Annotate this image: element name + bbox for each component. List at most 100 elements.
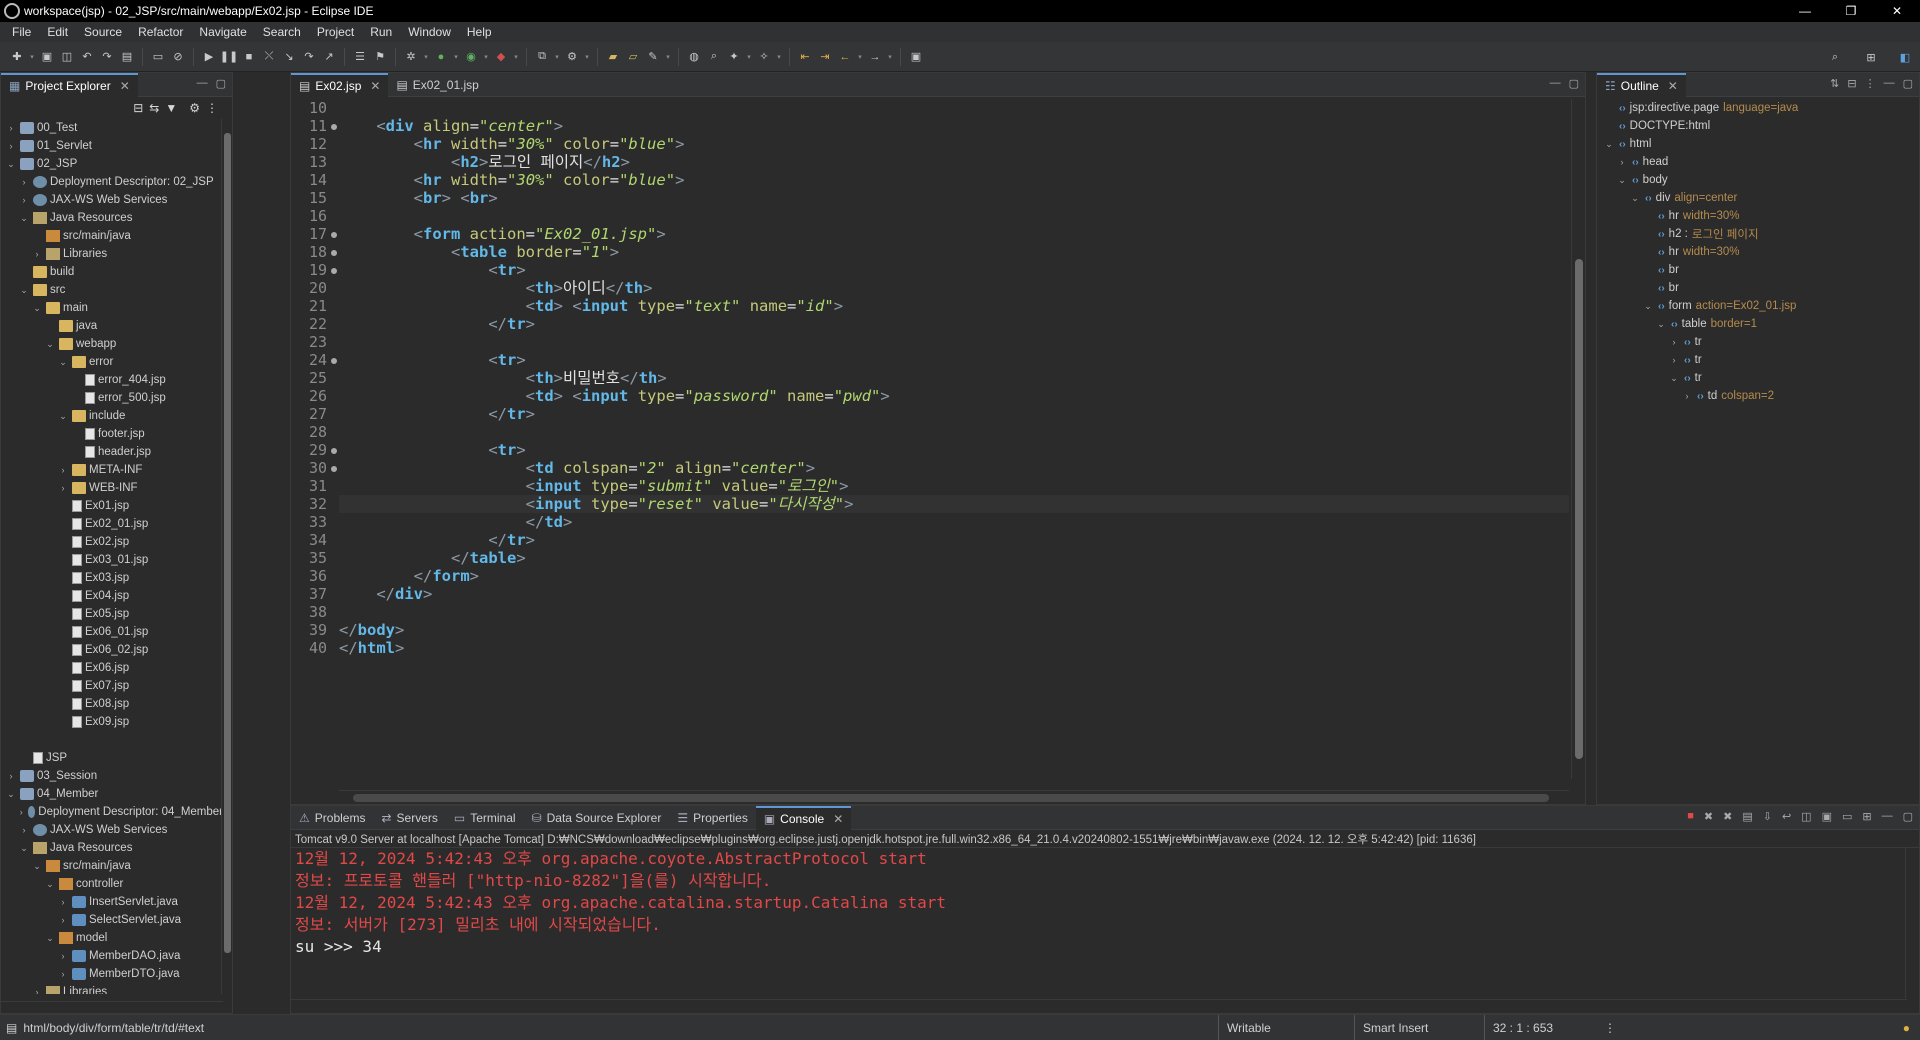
code-line[interactable]: <tr> xyxy=(339,351,1569,369)
chevron-down-icon[interactable]: ▾ xyxy=(856,48,864,66)
chevron-down-icon[interactable]: ⌄ xyxy=(1642,301,1654,312)
tab-problems[interactable]: ⚠ Problems xyxy=(291,806,373,830)
minimize-button[interactable]: — xyxy=(1782,0,1828,22)
code-line[interactable]: </tr> xyxy=(339,405,1569,423)
outline-item[interactable]: ⌄ ‹› div align=center xyxy=(1597,189,1919,207)
step-return-icon[interactable]: ↗ xyxy=(320,48,338,66)
menu-refactor[interactable]: Refactor xyxy=(130,25,191,39)
chevron-down-icon[interactable]: ▾ xyxy=(886,48,894,66)
prev-edit-icon[interactable]: ⇤ xyxy=(796,48,814,66)
chevron-down-icon[interactable]: ▾ xyxy=(512,48,520,66)
fold-marker-icon[interactable] xyxy=(331,358,337,364)
code-line[interactable] xyxy=(339,99,1569,117)
code-area[interactable]: <div align="center"> <hr width="30%" col… xyxy=(339,99,1569,779)
chevron-down-icon[interactable]: ⌄ xyxy=(44,933,56,944)
chevron-down-icon[interactable]: ▾ xyxy=(482,48,490,66)
pen-icon[interactable]: ✎ xyxy=(644,48,662,66)
outline-item[interactable]: › ‹› head xyxy=(1597,153,1919,171)
clear-console-icon[interactable]: ▤ xyxy=(1742,810,1752,823)
code-line[interactable]: <hr width="30%" color="blue"> xyxy=(339,171,1569,189)
chevron-down-icon[interactable]: ⌄ xyxy=(1668,373,1680,384)
java-ee-perspective-icon[interactable]: ◧ xyxy=(1896,48,1914,66)
tree-item[interactable]: error_500.jsp xyxy=(1,389,223,407)
chevron-down-icon[interactable]: ▾ xyxy=(745,48,753,66)
code-line[interactable]: <h2>로그인 페이지</h2> xyxy=(339,153,1569,171)
chevron-down-icon[interactable]: ⌄ xyxy=(18,843,30,854)
menu-edit[interactable]: Edit xyxy=(39,25,76,39)
chevron-down-icon[interactable]: ⌄ xyxy=(31,303,43,314)
tree-item[interactable]: error_404.jsp xyxy=(1,371,223,389)
chevron-right-icon[interactable]: › xyxy=(18,825,30,835)
collapse-all-icon[interactable]: ⊟ xyxy=(1847,77,1856,90)
tree-item[interactable]: › JAX-WS Web Services xyxy=(1,821,223,839)
fold-marker-icon[interactable] xyxy=(331,268,337,274)
tree-item[interactable]: footer.jsp xyxy=(1,425,223,443)
maximize-icon[interactable]: ▢ xyxy=(1903,810,1913,823)
maximize-icon[interactable]: ▢ xyxy=(1569,77,1579,90)
tab-ex02-jsp[interactable]: ▤ Ex02.jsp ✕ xyxy=(291,72,389,97)
tree-item[interactable]: › Deployment Descriptor: 02_JSP xyxy=(1,173,223,191)
tree-item[interactable]: › Libraries xyxy=(1,983,223,994)
chevron-down-icon[interactable]: ⌄ xyxy=(57,357,69,368)
chevron-right-icon[interactable]: › xyxy=(1668,337,1680,347)
tab-console[interactable]: ▣ Console ✕ xyxy=(755,805,852,830)
skip-breakpoints-icon[interactable]: ⊘ xyxy=(169,48,187,66)
open-console-icon[interactable]: ⊞ xyxy=(1862,810,1871,823)
chevron-down-icon[interactable]: ▾ xyxy=(452,48,460,66)
chevron-down-icon[interactable]: ⌄ xyxy=(18,213,30,224)
code-line[interactable]: </html> xyxy=(339,639,1569,657)
outline-item[interactable]: ‹› h2 : 로그인 페이지 xyxy=(1597,225,1919,243)
outline-item[interactable]: ‹› br xyxy=(1597,279,1919,297)
chevron-down-icon[interactable]: ▾ xyxy=(775,48,783,66)
external-tools-icon[interactable]: ◆ xyxy=(492,48,510,66)
code-line[interactable]: <th>아이디</th> xyxy=(339,279,1569,297)
pin-icon[interactable]: ✧ xyxy=(755,48,773,66)
step-over-icon[interactable]: ↷ xyxy=(300,48,318,66)
open-project-icon[interactable]: ▱ xyxy=(624,48,642,66)
outline-item[interactable]: ‹› hr width=30% xyxy=(1597,207,1919,225)
tree-item[interactable]: Ex01.jsp xyxy=(1,497,223,515)
more-options-icon[interactable]: ⋮ xyxy=(1865,77,1876,90)
close-icon[interactable]: ✕ xyxy=(833,812,843,826)
tree-item[interactable]: ⌄ include xyxy=(1,407,223,425)
code-line[interactable]: <hr width="30%" color="blue"> xyxy=(339,135,1569,153)
word-wrap-icon[interactable]: ↩ xyxy=(1782,810,1791,823)
new-server-icon[interactable]: ⧉ xyxy=(533,48,551,66)
code-line[interactable]: <tr> xyxy=(339,261,1569,279)
open-type-icon[interactable]: ☰ xyxy=(351,48,369,66)
tab-outline[interactable]: ☷ Outline ✕ xyxy=(1597,72,1686,97)
chevron-down-icon[interactable]: ⌄ xyxy=(1603,139,1615,150)
remove-all-icon[interactable]: ✖ xyxy=(1723,810,1732,823)
chevron-right-icon[interactable]: › xyxy=(5,771,17,781)
chevron-down-icon[interactable]: ▾ xyxy=(583,48,591,66)
chevron-down-icon[interactable]: ⌄ xyxy=(18,285,30,296)
chevron-down-icon[interactable]: ⌄ xyxy=(5,789,17,800)
debug-icon[interactable]: ✲ xyxy=(402,48,420,66)
tree-item[interactable]: Ex04.jsp xyxy=(1,587,223,605)
code-line[interactable]: <br> <br> xyxy=(339,189,1569,207)
chevron-right-icon[interactable]: › xyxy=(57,897,69,907)
open-folder-icon[interactable]: ▰ xyxy=(604,48,622,66)
code-line[interactable] xyxy=(339,333,1569,351)
tree-item[interactable]: › 01_Servlet xyxy=(1,137,223,155)
chevron-down-icon[interactable]: ⌄ xyxy=(5,159,17,170)
chevron-down-icon[interactable]: ⌄ xyxy=(31,861,43,872)
menu-window[interactable]: Window xyxy=(400,25,459,39)
chevron-down-icon[interactable]: ▾ xyxy=(422,48,430,66)
chevron-right-icon[interactable]: › xyxy=(31,987,43,994)
code-line[interactable] xyxy=(339,207,1569,225)
code-line[interactable] xyxy=(339,423,1569,441)
menu-help[interactable]: Help xyxy=(459,25,500,39)
filter-icon[interactable]: ▼ xyxy=(165,101,177,115)
search-icon[interactable]: ⌕ xyxy=(1826,48,1844,66)
save-icon[interactable]: ▣ xyxy=(38,48,56,66)
tree-item[interactable]: ⌄ 04_Member xyxy=(1,785,223,803)
outline-item[interactable]: › ‹› td colspan=2 xyxy=(1597,387,1919,405)
code-line[interactable]: <form action="Ex02_01.jsp"> xyxy=(339,225,1569,243)
tree-item[interactable]: Ex03_01.jsp xyxy=(1,551,223,569)
tree-item[interactable]: ⌄ error xyxy=(1,353,223,371)
tree-item[interactable]: › WEB-INF xyxy=(1,479,223,497)
outline-item[interactable]: ⌄ ‹› form action=Ex02_01.jsp xyxy=(1597,297,1919,315)
code-line[interactable]: </table> xyxy=(339,549,1569,567)
code-line[interactable]: <td> <input type="password" name="pwd"> xyxy=(339,387,1569,405)
